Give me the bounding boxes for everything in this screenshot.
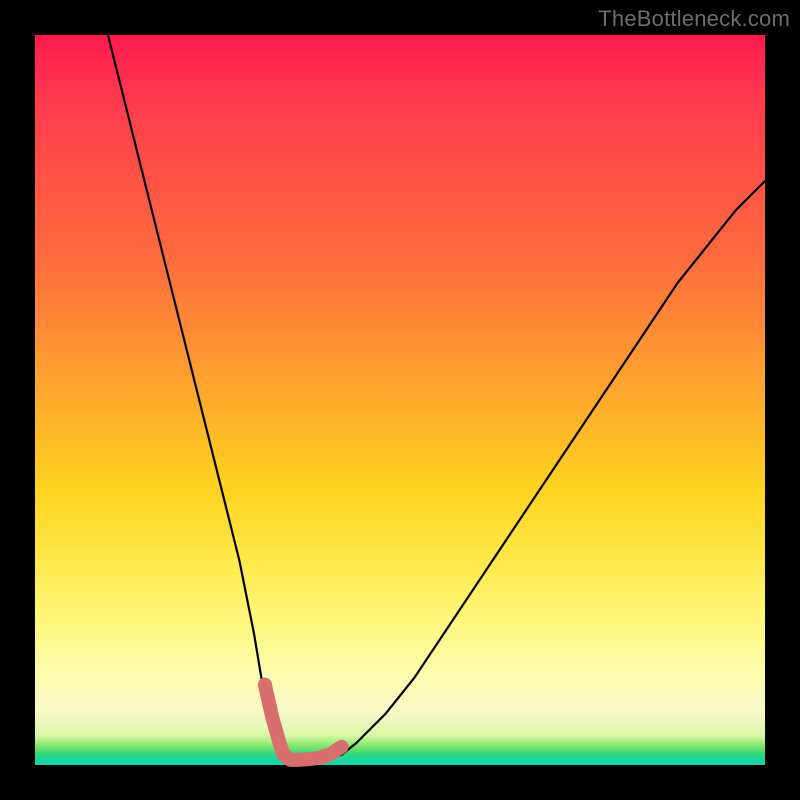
highlight-segment-path — [265, 685, 342, 760]
chart-frame: TheBottleneck.com — [0, 0, 800, 800]
watermark-text: TheBottleneck.com — [598, 6, 790, 32]
bottleneck-curve-path — [108, 35, 765, 761]
curve-layer — [35, 35, 765, 765]
plot-area — [35, 35, 765, 765]
